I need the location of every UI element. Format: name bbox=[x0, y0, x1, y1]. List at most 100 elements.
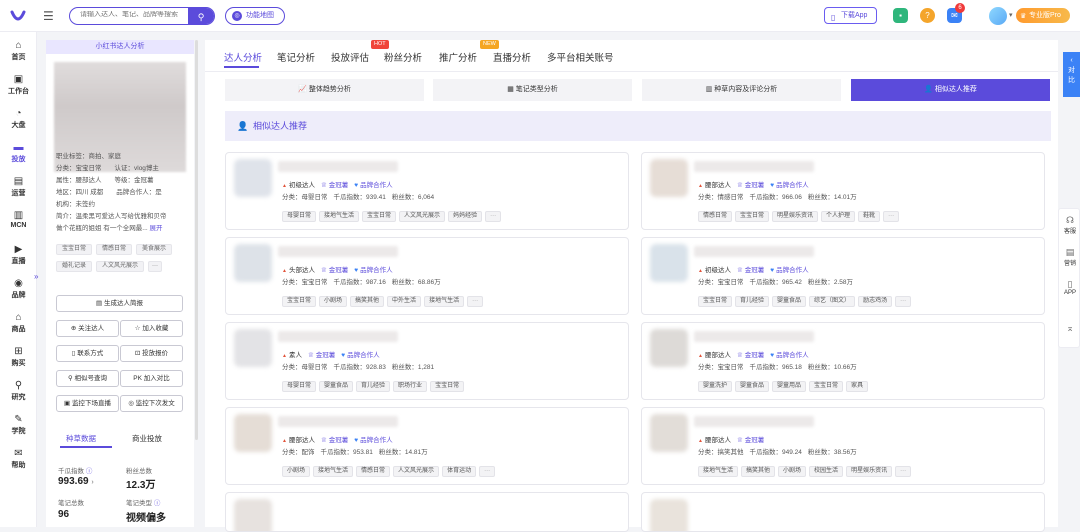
nav-item[interactable]: ▬ 投放 bbox=[0, 142, 37, 164]
favorite-button[interactable]: ☆ 加入收藏 bbox=[120, 320, 183, 337]
nav-item[interactable]: ✉ 帮助 bbox=[0, 448, 37, 470]
influencer-card[interactable]: 腰部达人金冠薯品牌合作人分类：宝宝日常千瓜指数：965.18 粉丝数：10.66万… bbox=[641, 322, 1045, 400]
nav-item[interactable]: ⌂ 首页 bbox=[0, 40, 37, 62]
profile-scrollbar[interactable] bbox=[195, 40, 198, 440]
profile-chip: 婚礼记录 bbox=[56, 261, 92, 272]
content-tag[interactable]: ··· bbox=[479, 466, 496, 477]
subtab-note-types[interactable]: ▦ 笔记类型分析 bbox=[433, 79, 632, 101]
influencer-avatar bbox=[650, 414, 688, 452]
fans-text: 粉丝数：1,281 bbox=[391, 364, 435, 371]
tab-commercial[interactable]: 商业投放 bbox=[132, 433, 162, 444]
influencer-card-partial[interactable] bbox=[641, 492, 1045, 532]
chevron-right-icon[interactable]: › bbox=[91, 479, 93, 486]
help-icon: ✉ bbox=[14, 448, 23, 459]
monitor-live-button[interactable]: ▣ 监控下场直播 bbox=[56, 395, 119, 412]
info-icon[interactable]: ⓘ bbox=[154, 500, 161, 507]
tab-delivery-eval[interactable]: 投放评估 bbox=[331, 50, 369, 64]
influencer-card[interactable]: 腰部达人金冠薯品牌合作人分类：情感日常千瓜指数：966.06 粉丝数：14.01万… bbox=[641, 152, 1045, 230]
chevron-down-icon[interactable]: ▾ bbox=[1009, 11, 1013, 19]
btn-label: 加入对比 bbox=[143, 375, 170, 382]
quote-button[interactable]: ⊡ 投放报价 bbox=[120, 345, 183, 362]
search-icon[interactable]: ⚲ bbox=[188, 8, 214, 24]
download-app-button[interactable]: ▯ 下载App bbox=[824, 7, 877, 24]
content-tag: 职场行业 bbox=[393, 381, 428, 392]
nav-item[interactable]: ⌂ 商品 bbox=[0, 312, 37, 334]
tab-fans-analysis[interactable]: 粉丝分析 HOT bbox=[371, 40, 422, 64]
nav-item[interactable]: ◉ 品牌 bbox=[0, 278, 37, 300]
influencer-card[interactable]: 腰部达人金冠薯品牌合作人分类：配饰千瓜指数：953.81 粉丝数：14.81万小剧… bbox=[225, 407, 629, 485]
influencer-avatar bbox=[234, 499, 272, 531]
content-tag[interactable]: ··· bbox=[485, 211, 502, 222]
customer-service-button[interactable]: ☊ 客服 bbox=[1059, 215, 1080, 235]
content-tag[interactable]: ··· bbox=[895, 466, 912, 477]
help-icon[interactable]: ? bbox=[920, 8, 935, 23]
follow-button[interactable]: ⊕ 关注达人 bbox=[56, 320, 119, 337]
content-tag[interactable]: ··· bbox=[895, 296, 912, 307]
influencer-card-partial[interactable] bbox=[225, 492, 629, 532]
nav-item[interactable]: ✎ 学院 bbox=[0, 414, 37, 436]
subtab-similar[interactable]: 👤 相似达人推荐 bbox=[851, 79, 1050, 101]
pro-badge[interactable]: ♛ 专业版Pro bbox=[1016, 8, 1070, 23]
search-input[interactable] bbox=[80, 11, 190, 18]
nav-item[interactable]: ⊞ 购买 bbox=[0, 346, 37, 368]
info-icon[interactable]: ⓘ bbox=[86, 468, 93, 475]
user-avatar[interactable] bbox=[989, 7, 1007, 25]
nav-item[interactable]: ⚲ 研究 bbox=[0, 380, 37, 402]
compare-tab[interactable]: ‹ 对比 bbox=[1063, 52, 1080, 97]
expand-link[interactable]: 展开 bbox=[150, 225, 163, 232]
influencer-name bbox=[694, 161, 814, 172]
subtab-content-comments[interactable]: ▥ 种草内容及评论分析 bbox=[642, 79, 841, 101]
similar-search-button[interactable]: ⚲ 相似号查询 bbox=[56, 370, 119, 387]
logo-icon[interactable] bbox=[10, 8, 26, 24]
generate-brief-button[interactable]: ▤ 生成达人简报 bbox=[56, 295, 183, 312]
app-button[interactable]: ▯ APP bbox=[1059, 279, 1080, 296]
expand-arrow-icon[interactable]: » bbox=[34, 272, 38, 281]
profile-chip: 美食展示 bbox=[136, 244, 172, 255]
influencer-avatar bbox=[234, 159, 272, 197]
influencer-card[interactable]: 初级达人金冠薯品牌合作人分类：宝宝日常千瓜指数：965.42 粉丝数：2.58万宝… bbox=[641, 237, 1045, 315]
btn-label: 监控下次发文 bbox=[135, 400, 175, 407]
research-icon: ⚲ bbox=[14, 380, 23, 391]
influencer-card[interactable]: 素人金冠薯品牌合作人分类：母婴日常千瓜指数：928.83 粉丝数：1,281 母婴日… bbox=[225, 322, 629, 400]
tab-promotion-analysis[interactable]: 推广分析 bbox=[439, 50, 477, 64]
content-tag: 婴童食品 bbox=[319, 381, 354, 392]
nav-item[interactable]: ▣ 工作台 bbox=[0, 74, 37, 96]
tab-live-analysis[interactable]: 直播分析 NEW bbox=[480, 40, 531, 64]
level-badge: 腰部达人 bbox=[698, 437, 731, 444]
tab-grass-data[interactable]: 种草数据 bbox=[66, 433, 96, 444]
add-compare-button[interactable]: PK 加入对比 bbox=[120, 370, 183, 387]
back-to-top-button[interactable]: ⌅ bbox=[1059, 323, 1080, 334]
cart-icon: ⊞ bbox=[14, 346, 23, 357]
tab-notes-analysis[interactable]: 笔记分析 bbox=[277, 50, 315, 64]
monitor-post-button[interactable]: ◎ 监控下次发文 bbox=[120, 395, 183, 412]
menu-icon[interactable]: ☰ bbox=[43, 9, 57, 23]
notification-badge: 6 bbox=[955, 3, 965, 13]
nav-item[interactable]: ◔ 大盘 bbox=[0, 108, 37, 130]
influencer-card[interactable]: 腰部达人金冠薯分类：搞笑其他千瓜指数：949.24 粉丝数：38.56万接地气生活… bbox=[641, 407, 1045, 485]
stat-value: 96 bbox=[58, 509, 70, 520]
briefcase-icon[interactable]: ▪ bbox=[893, 8, 908, 23]
function-map-button[interactable]: ◎ 功能地图 bbox=[225, 7, 285, 25]
badge-row: 初级达人金冠薯品牌合作人 bbox=[282, 179, 399, 189]
download-app-label: 下载App bbox=[841, 12, 868, 19]
tab-influencer-analysis[interactable]: 达人分析 bbox=[224, 50, 262, 64]
content-tag[interactable]: ··· bbox=[467, 296, 484, 307]
contact-button[interactable]: ▯ 联系方式 bbox=[56, 345, 119, 362]
content-tag: 校园生活 bbox=[809, 466, 844, 477]
index-text: 千瓜指数：949.24 bbox=[749, 449, 802, 456]
stats-row: 分类：搞笑其他 千瓜指数：949.24 粉丝数：38.56万 bbox=[698, 446, 863, 456]
content-tag[interactable]: ··· bbox=[883, 211, 900, 222]
subtab-trend[interactable]: 📈 整体趋势分析 bbox=[225, 79, 424, 101]
index-text: 千瓜指数：953.81 bbox=[320, 449, 373, 456]
nav-item[interactable]: ▤ 运营 bbox=[0, 176, 37, 198]
influencer-card[interactable]: 初级达人金冠薯品牌合作人分类：母婴日常千瓜指数：939.41 粉丝数：6,064 母… bbox=[225, 152, 629, 230]
nav-item[interactable]: ▶ 直播 bbox=[0, 244, 37, 266]
influencer-name bbox=[694, 331, 814, 342]
nav-item[interactable]: ▥ MCN bbox=[0, 210, 37, 229]
profile-chip-more[interactable]: ··· bbox=[148, 261, 162, 272]
marketing-button[interactable]: ▤ 营销 bbox=[1059, 247, 1080, 267]
stat-label: 千瓜指数 ⓘ bbox=[58, 465, 92, 475]
tab-multi-platform[interactable]: 多平台相关账号 bbox=[547, 50, 614, 64]
content-tag: 宝宝日常 bbox=[282, 296, 317, 307]
influencer-card[interactable]: 头部达人金冠薯品牌合作人分类：宝宝日常千瓜指数：987.16 粉丝数：68.86万… bbox=[225, 237, 629, 315]
